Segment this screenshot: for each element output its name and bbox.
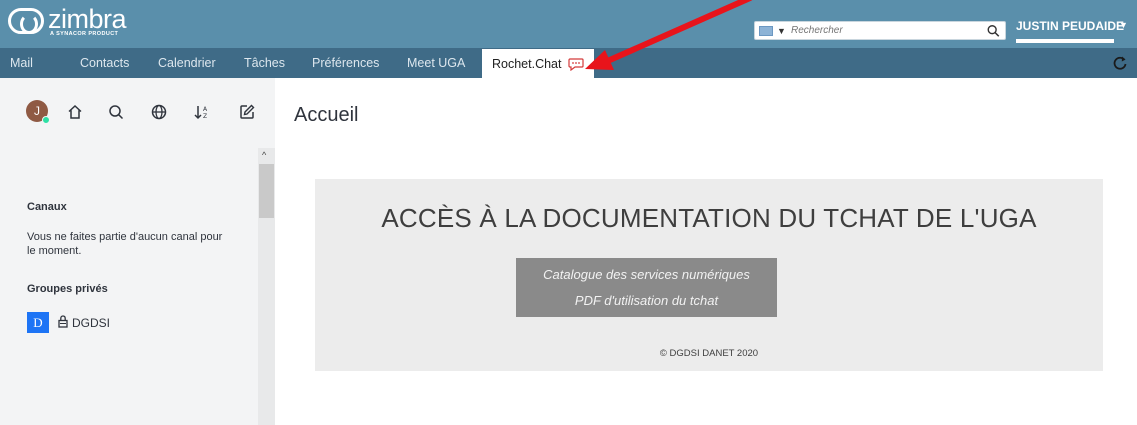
group-item-dgdsi[interactable]: DGDSI — [72, 316, 110, 330]
search-icon[interactable] — [986, 24, 1001, 38]
pdf-guide-link[interactable]: PDF d'utilisation du tchat — [516, 293, 777, 308]
scroll-up-arrow[interactable]: ^ — [262, 150, 266, 160]
copyright-footer: © DGDSI DANET 2020 — [659, 348, 759, 359]
scrollbar-thumb[interactable] — [259, 164, 274, 218]
channels-heading: Canaux — [27, 201, 67, 213]
catalogue-link[interactable]: Catalogue des services numériques — [516, 267, 777, 282]
online-status-dot — [42, 116, 50, 124]
tab-taches[interactable]: Tâches — [244, 48, 285, 78]
app-tab-bar: Mail Contacts Calendrier Tâches Préféren… — [0, 48, 1137, 78]
red-annotation-arrow — [585, 0, 753, 70]
sort-icon[interactable]: A Z — [193, 103, 211, 121]
tab-meet-uga[interactable]: Meet UGA — [407, 48, 465, 78]
user-quota-bar — [1016, 39, 1114, 43]
zimbra-logo[interactable]: zimbra A SYNACOR PRODUCT — [8, 4, 148, 42]
refresh-icon[interactable] — [1112, 55, 1128, 71]
globe-icon[interactable] — [150, 103, 168, 121]
channels-empty-line-2: le moment. — [27, 245, 82, 257]
documentation-links-box: Catalogue des services numériques PDF d'… — [516, 258, 777, 317]
chat-sidebar: J A Z ^ Canaux Vous ne faites partie d'a… — [0, 78, 275, 425]
top-bar: zimbra A SYNACOR PRODUCT ▼ JUSTIN PEUDAI… — [0, 0, 1137, 48]
tab-mail[interactable]: Mail — [10, 48, 33, 78]
chevron-down-icon[interactable]: ▼ — [1119, 20, 1128, 30]
svg-text:Z: Z — [203, 113, 207, 120]
svg-text:A: A — [203, 106, 208, 113]
documentation-heading: ACCÈS À LA DOCUMENTATION DU TCHAT DE L'U… — [381, 203, 1037, 233]
logo-icon — [8, 8, 44, 34]
group-avatar[interactable]: D — [27, 312, 49, 333]
private-groups-heading: Groupes privés — [27, 283, 108, 295]
user-menu[interactable]: JUSTIN PEUDAIDE — [1016, 19, 1124, 33]
tab-rochet-chat-label: Rochet.Chat — [492, 57, 562, 71]
tab-preferences[interactable]: Préférences — [312, 48, 379, 78]
lock-icon — [58, 315, 68, 328]
page-title: Accueil — [294, 104, 359, 126]
search-scope-dropdown[interactable]: ▼ — [777, 26, 786, 36]
search-icon[interactable] — [107, 103, 125, 121]
search-box: ▼ — [754, 21, 1006, 40]
tab-contacts[interactable]: Contacts — [80, 48, 129, 78]
edit-icon[interactable] — [238, 103, 256, 121]
home-icon[interactable] — [66, 103, 84, 121]
channels-empty-line-1: Vous ne faites partie d'aucun canal pour — [27, 231, 223, 243]
brand-tagline: A SYNACOR PRODUCT — [50, 31, 119, 37]
chat-main-area: Accueil ACCÈS À LA DOCUMENTATION DU TCHA… — [275, 78, 1137, 425]
documentation-card: ACCÈS À LA DOCUMENTATION DU TCHAT DE L'U… — [315, 179, 1103, 371]
search-input[interactable] — [791, 23, 981, 38]
tab-calendrier[interactable]: Calendrier — [158, 48, 216, 78]
